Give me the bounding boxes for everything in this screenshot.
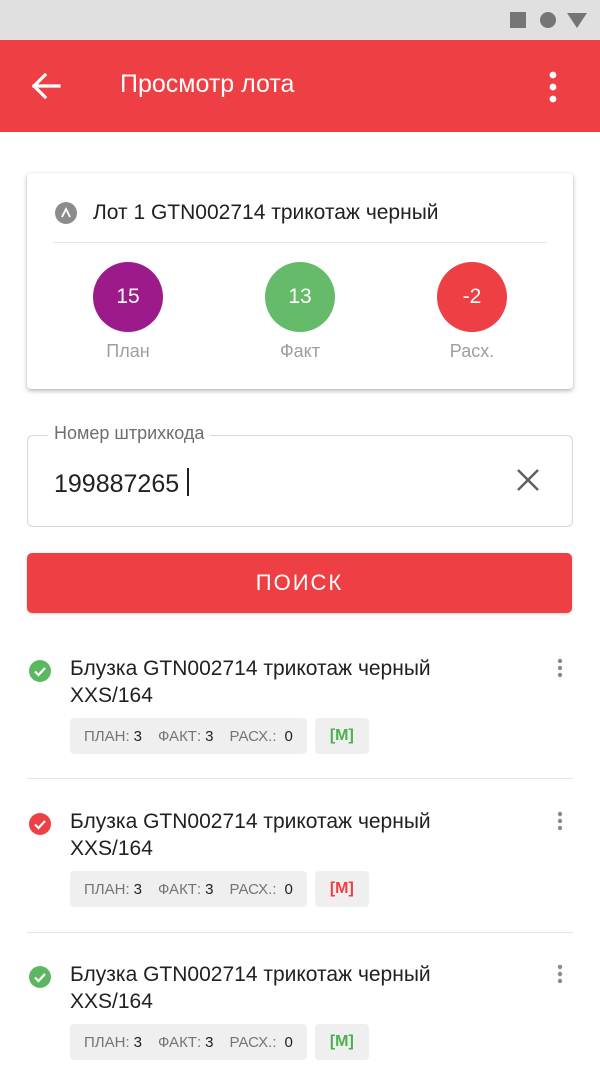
item-chips: ПЛАН: 3 ФАКТ: 3 РАСХ.: 0 [М]	[70, 1024, 369, 1060]
check-circle-icon	[29, 660, 51, 682]
stat-diff-circle: -2	[437, 262, 507, 332]
item-menu-button[interactable]	[548, 962, 572, 990]
list-item[interactable]: Блузка GTN002714 трикотаж черный XXS/164…	[0, 809, 600, 939]
stat-plan: 15 План	[68, 262, 188, 362]
status-bar	[0, 0, 600, 40]
stat-fact-circle: 13	[265, 262, 335, 332]
lot-title: Лот 1 GTN002714 трикотаж черный	[93, 201, 439, 224]
marker-chip: [М]	[314, 718, 369, 754]
stat-plan-circle: 15	[93, 262, 163, 332]
diff-label: РАСХ.:	[229, 727, 277, 745]
back-button[interactable]	[22, 64, 70, 108]
more-vert-icon	[549, 71, 557, 103]
plan-value: 3	[133, 727, 142, 745]
lot-header[interactable]: Лот 1 GTN002714 трикотаж черный	[55, 201, 439, 225]
plan-label: ПЛАН:	[84, 880, 130, 898]
arrow-back-icon	[31, 72, 61, 100]
list-item[interactable]: Блузка GTN002714 трикотаж черный XXS/164…	[0, 962, 600, 1092]
page-title: Просмотр лота	[120, 70, 295, 98]
home-icon	[540, 12, 556, 28]
item-chips: ПЛАН: 3 ФАКТ: 3 РАСХ.: 0 [М]	[70, 871, 369, 907]
search-button[interactable]: ПОИСК	[27, 553, 572, 613]
more-vert-icon	[557, 658, 563, 678]
fact-label: ФАКТ:	[157, 1033, 202, 1051]
barcode-value: 199887265	[54, 470, 180, 498]
list-item[interactable]: Блузка GTN002714 трикотаж черный XXS/164…	[0, 656, 600, 786]
fact-value: 3	[205, 727, 214, 745]
close-icon	[517, 469, 539, 491]
barcode-field[interactable]: Номер штрихкода 199887265	[27, 423, 573, 527]
barcode-input[interactable]: 199887265	[54, 468, 190, 499]
divider	[27, 778, 573, 779]
qty-chip: ПЛАН: 3 ФАКТ: 3 РАСХ.: 0	[70, 1024, 307, 1060]
marker-chip: [М]	[314, 871, 369, 907]
marker-chip: [М]	[314, 1024, 369, 1060]
clear-button[interactable]	[510, 462, 546, 498]
check-circle-icon	[29, 966, 51, 988]
item-chips: ПЛАН: 3 ФАКТ: 3 РАСХ.: 0 [М]	[70, 718, 369, 754]
lot-card: Лот 1 GTN002714 трикотаж черный 15 План …	[27, 173, 573, 389]
item-menu-button[interactable]	[548, 656, 572, 684]
recent-apps-icon	[510, 12, 526, 28]
diff-label: РАСХ.:	[229, 880, 277, 898]
stat-plan-label: План	[106, 341, 150, 361]
diff-label: РАСХ.:	[229, 1033, 277, 1051]
item-title: Блузка GTN002714 трикотаж черный XXS/164	[70, 810, 431, 860]
fact-label: ФАКТ:	[157, 880, 202, 898]
divider	[53, 242, 547, 243]
divider	[27, 932, 573, 933]
stat-diff: -2 Расх.	[412, 262, 532, 362]
app-bar: Просмотр лота	[0, 40, 600, 132]
item-title: Блузка GTN002714 трикотаж черный XXS/164	[70, 963, 431, 1013]
plan-value: 3	[133, 1033, 142, 1051]
text-cursor	[187, 468, 190, 496]
item-title: Блузка GTN002714 трикотаж черный XXS/164	[70, 657, 431, 707]
diff-value: 0	[284, 727, 293, 745]
fact-value: 3	[205, 880, 214, 898]
diff-value: 0	[284, 880, 293, 898]
overflow-menu-button[interactable]	[536, 66, 570, 110]
stat-fact: 13 Факт	[240, 262, 360, 362]
fact-label: ФАКТ:	[157, 727, 202, 745]
more-vert-icon	[557, 811, 563, 831]
diff-value: 0	[284, 1033, 293, 1051]
item-menu-button[interactable]	[548, 809, 572, 837]
plan-value: 3	[133, 880, 142, 898]
plan-label: ПЛАН:	[84, 727, 130, 745]
back-triangle-icon	[567, 13, 587, 28]
collapse-icon[interactable]	[55, 202, 77, 224]
qty-chip: ПЛАН: 3 ФАКТ: 3 РАСХ.: 0	[70, 718, 307, 754]
check-circle-icon	[29, 813, 51, 835]
fact-value: 3	[205, 1033, 214, 1051]
stat-fact-label: Факт	[279, 341, 321, 361]
stat-diff-label: Расх.	[449, 341, 495, 361]
barcode-field-label: Номер штрихкода	[48, 423, 211, 444]
more-vert-icon	[557, 964, 563, 984]
plan-label: ПЛАН:	[84, 1033, 130, 1051]
qty-chip: ПЛАН: 3 ФАКТ: 3 РАСХ.: 0	[70, 871, 307, 907]
